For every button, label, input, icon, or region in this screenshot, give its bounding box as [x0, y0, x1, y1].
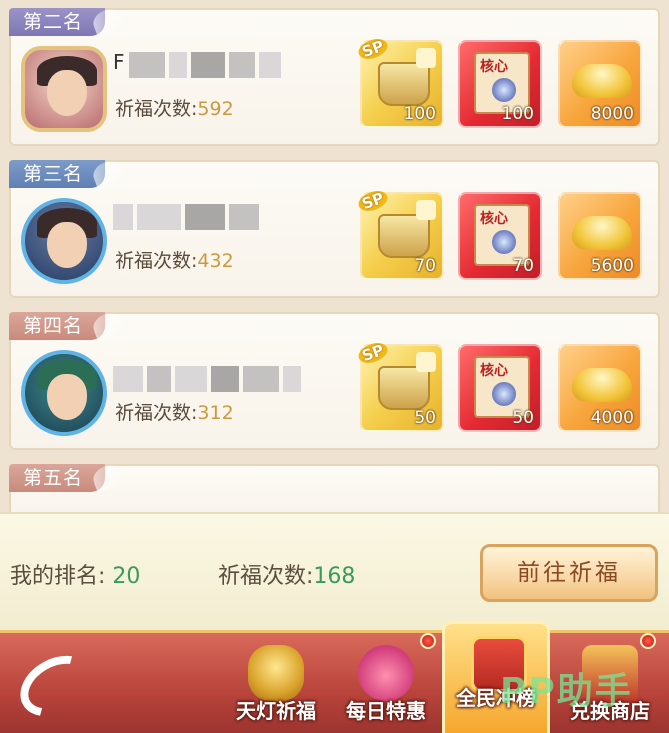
reward-core-fragment[interactable]: 核心 50	[458, 344, 542, 432]
reward-sp-cauldron-fragment[interactable]: SP 70	[355, 187, 444, 280]
watermark: PP助手	[500, 671, 633, 712]
reward-quantity: 100	[403, 104, 436, 124]
gold-ingot-icon	[572, 216, 632, 250]
reward-quantity: 8000	[590, 104, 634, 124]
blessing-count: 祈福次数:592	[115, 98, 234, 120]
cauldron-icon	[378, 366, 430, 410]
back-button[interactable]	[9, 643, 103, 729]
feather-icon	[90, 309, 126, 341]
rank-title-tab: 第五名	[9, 461, 126, 493]
sp-badge: SP	[355, 339, 390, 367]
rank-title: 第五名	[23, 467, 84, 489]
cauldron-icon	[378, 214, 430, 258]
feather-icon	[90, 5, 126, 37]
reward-quantity: 50	[414, 408, 436, 428]
feather-icon	[90, 461, 126, 493]
nav-tab-label: 每日特惠	[346, 699, 426, 723]
lantern-icon	[248, 645, 304, 701]
reward-core-fragment[interactable]: 核心 100	[458, 40, 542, 128]
back-arrow-icon	[9, 643, 103, 729]
reward-quantity: 100	[501, 104, 534, 124]
reward-gold-ingot[interactable]: 4000	[558, 344, 642, 432]
reward-quantity: 70	[512, 256, 534, 276]
cauldron-icon	[378, 62, 430, 106]
rank-title: 第二名	[23, 11, 84, 33]
go-pray-button[interactable]: 前往祈福	[480, 544, 658, 602]
rank-title-tab: 第二名	[9, 5, 126, 37]
notification-dot	[640, 633, 656, 649]
rank-card: 第三名 祈福次数:432 SP 70 核心 70 5600	[9, 157, 660, 298]
reward-quantity: 5600	[590, 256, 634, 276]
my-blessing-count: 祈福次数:168	[218, 564, 356, 589]
rank-title: 第三名	[23, 163, 84, 185]
puzzle-piece-icon	[416, 352, 436, 372]
reward-sp-cauldron-fragment[interactable]: SP 50	[355, 339, 444, 432]
feather-icon	[90, 157, 126, 189]
avatar[interactable]	[21, 198, 107, 284]
gold-ingot-icon	[572, 368, 632, 402]
player-name-blurred	[113, 204, 259, 230]
reward-core-fragment[interactable]: 核心 70	[458, 192, 542, 280]
avatar[interactable]	[21, 46, 107, 132]
blessing-count: 祈福次数:312	[115, 402, 234, 424]
ranking-list[interactable]: 第二名 F 祈福次数:592 SP 100 核心 100 8000 第三名 祈福…	[0, 0, 669, 520]
notification-dot	[420, 633, 436, 649]
my-status-panel: 我的排名: 20 祈福次数:168 前往祈福	[0, 512, 669, 630]
sp-badge: SP	[355, 187, 390, 215]
blessing-count: 祈福次数:432	[115, 250, 234, 272]
rank-title-tab: 第三名	[9, 157, 126, 189]
reward-quantity: 4000	[590, 408, 634, 428]
rank-card: 第二名 F 祈福次数:592 SP 100 核心 100 8000	[9, 5, 660, 146]
sp-badge: SP	[355, 35, 390, 63]
player-name-blurred	[129, 52, 281, 78]
rank-title: 第四名	[23, 315, 84, 337]
player-name-initial: F	[113, 50, 125, 74]
nav-tab-label: 天灯祈福	[236, 699, 316, 723]
reward-quantity: 70	[414, 256, 436, 276]
reward-gold-ingot[interactable]: 8000	[558, 40, 642, 128]
rank-card: 第四名 祈福次数:312 SP 50 核心 50 4000	[9, 309, 660, 450]
reward-gold-ingot[interactable]: 5600	[558, 192, 642, 280]
nav-tab-lantern-blessing[interactable]: 天灯祈福	[222, 633, 330, 733]
gold-ingot-icon	[572, 64, 632, 98]
player-name-blurred	[113, 366, 301, 392]
puzzle-piece-icon	[416, 200, 436, 220]
gift-bag-icon	[358, 645, 414, 701]
rank-title-tab: 第四名	[9, 309, 126, 341]
my-rank: 我的排名: 20	[10, 564, 141, 589]
avatar[interactable]	[21, 350, 107, 436]
reward-quantity: 50	[512, 408, 534, 428]
puzzle-piece-icon	[416, 48, 436, 68]
reward-sp-cauldron-fragment[interactable]: SP 100	[355, 35, 444, 128]
